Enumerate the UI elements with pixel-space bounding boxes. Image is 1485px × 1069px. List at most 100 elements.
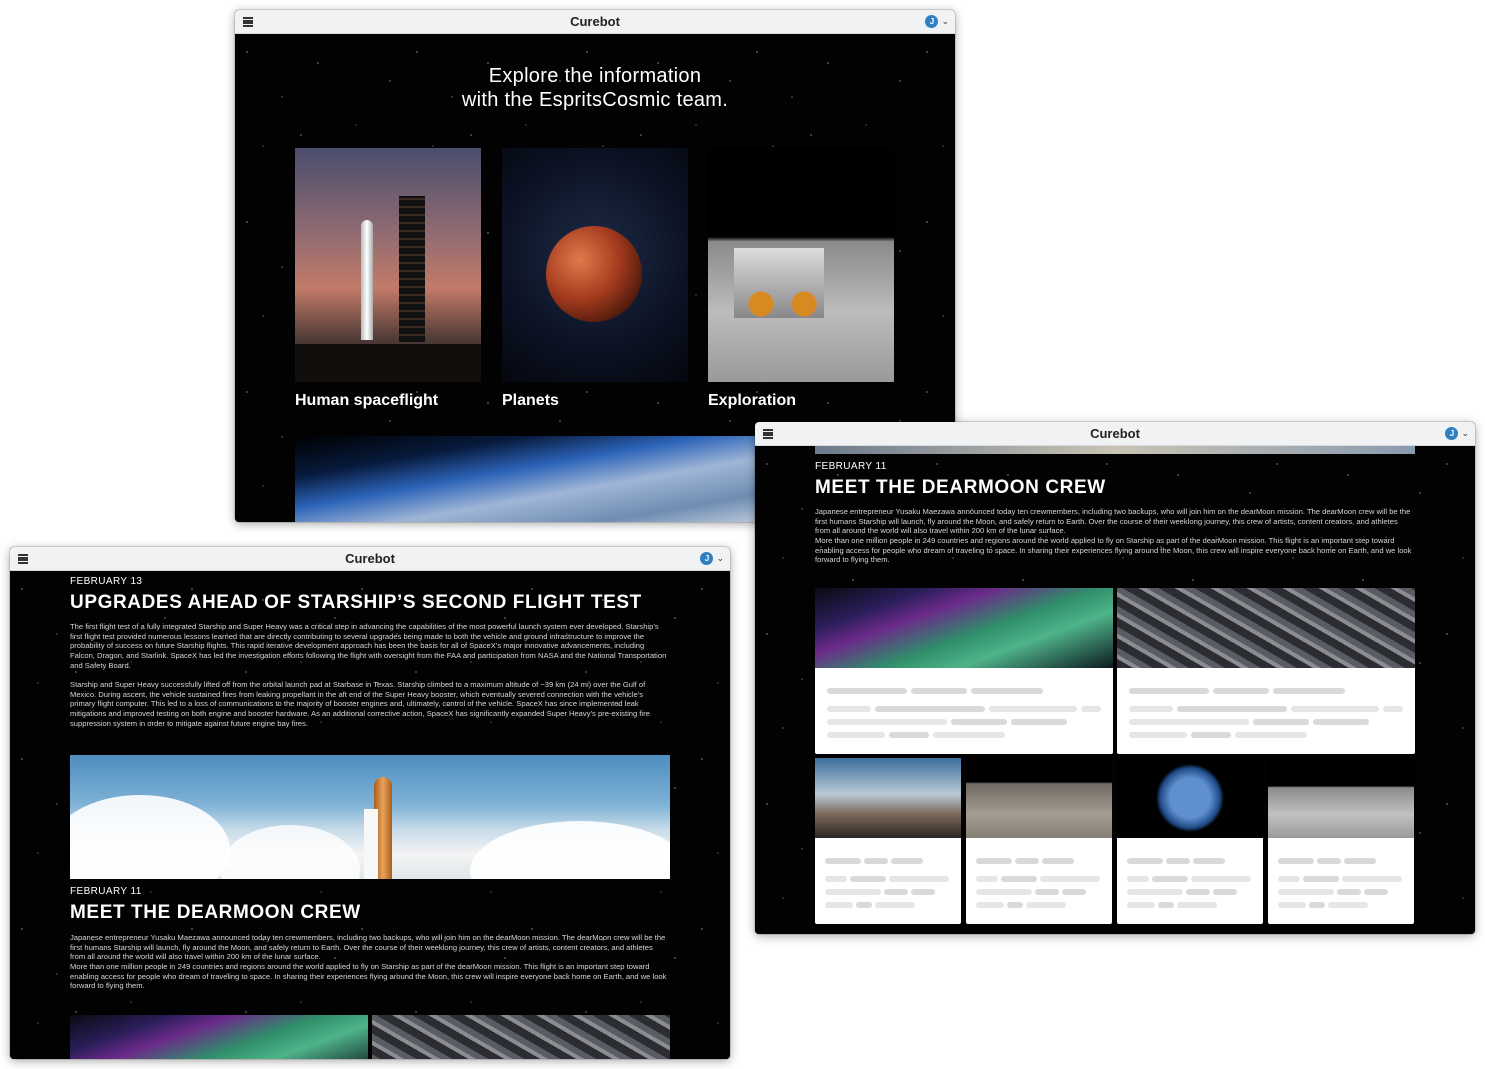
rocket-launch-image[interactable] — [815, 758, 961, 838]
skeleton-line — [976, 889, 1032, 895]
skeleton-line — [1127, 858, 1163, 864]
avatar[interactable]: J — [700, 552, 714, 565]
launch-tower-shape — [399, 196, 425, 342]
skeleton-line — [891, 858, 923, 864]
article-paragraph: Japanese entrepreneur Yusaku Maezawa ann… — [815, 507, 1411, 536]
category-card-planets[interactable]: Planets — [502, 148, 688, 410]
article-card-loading[interactable] — [1117, 588, 1415, 754]
category-label[interactable]: Planets — [502, 392, 688, 410]
planet-image[interactable] — [502, 148, 688, 382]
article-paragraph: The first flight test of a fully integra… — [70, 622, 667, 670]
skeleton-line — [825, 858, 861, 864]
chevron-down-icon[interactable]: ⌄ — [1461, 429, 1469, 438]
category-label[interactable]: Human spaceflight — [295, 392, 481, 410]
skeleton-line — [850, 876, 886, 882]
hamburger-menu-icon[interactable] — [763, 429, 773, 439]
skeleton-line — [911, 889, 935, 895]
article-title[interactable]: MEET THE DEARMOON CREW — [815, 477, 1106, 499]
article-card-loading[interactable] — [1268, 758, 1414, 924]
hero-line-1: Explore the information — [488, 65, 702, 87]
skeleton-line — [1328, 902, 1368, 908]
skeleton-line — [1186, 889, 1210, 895]
mars-planet-shape — [546, 226, 642, 322]
skeleton-line — [825, 902, 853, 908]
skeleton-line — [1011, 719, 1067, 725]
skeleton-line — [1278, 889, 1334, 895]
skeleton-line — [856, 902, 872, 908]
article-paragraph: Starship and Super Heavy successfully li… — [70, 680, 650, 728]
skeleton-line — [1291, 706, 1379, 712]
skeleton-line — [1129, 732, 1187, 738]
chevron-down-icon[interactable]: ⌄ — [941, 17, 949, 26]
skeleton-line — [875, 902, 915, 908]
skeleton-line — [1253, 719, 1309, 725]
skeleton-line — [1303, 876, 1339, 882]
article-title[interactable]: UPGRADES AHEAD OF STARSHIP’S SECOND FLIG… — [70, 592, 642, 614]
rocket-launch-image[interactable] — [295, 148, 481, 382]
skeleton-line — [1193, 858, 1225, 864]
dearmoon-content: FEBRUARY 11 MEET THE DEARMOON CREW Japan… — [755, 446, 1475, 934]
category-label[interactable]: Exploration — [708, 392, 894, 410]
skeleton-line — [1042, 858, 1074, 864]
hero-text: Explore the information with the Esprits… — [235, 64, 955, 112]
skeleton-line — [1127, 889, 1183, 895]
account-menu[interactable]: J ⌄ — [925, 15, 949, 28]
skeleton-line — [1317, 858, 1341, 864]
skeleton-line — [989, 706, 1077, 712]
article-card-loading[interactable] — [966, 758, 1112, 924]
skeleton-line — [1213, 688, 1269, 694]
skeleton-line — [1129, 688, 1209, 694]
avatar[interactable]: J — [1445, 427, 1459, 440]
hamburger-menu-icon[interactable] — [18, 554, 28, 564]
app-title: Curebot — [345, 551, 395, 566]
skeleton-line — [1177, 902, 1217, 908]
previous-image-edge — [815, 446, 1415, 454]
skeleton-line — [976, 902, 1004, 908]
article-title[interactable]: MEET THE DEARMOON CREW — [70, 902, 361, 924]
skeleton-line — [827, 719, 947, 725]
aurora-spacecraft-image[interactable] — [815, 588, 1113, 668]
article-paragraph: Japanese entrepreneur Yusaku Maezawa ann… — [70, 933, 666, 962]
skeleton-line — [864, 858, 888, 864]
avatar[interactable]: J — [925, 15, 939, 28]
rover-shape — [734, 248, 824, 318]
category-card-exploration[interactable]: Exploration — [708, 148, 894, 410]
ground-shape — [295, 344, 481, 382]
title-bar: Curebot J ⌄ — [235, 10, 955, 34]
skeleton-line — [976, 876, 998, 882]
aurora-spacecraft-image[interactable] — [70, 1015, 368, 1059]
title-bar: Curebot J ⌄ — [10, 547, 730, 571]
astronaut-moon-image[interactable] — [966, 758, 1112, 838]
article-card-loading[interactable] — [1117, 758, 1263, 924]
earth-globe-image[interactable] — [1117, 758, 1263, 838]
skeleton-line — [827, 706, 871, 712]
chevron-down-icon[interactable]: ⌄ — [716, 554, 724, 563]
skeleton-line — [889, 876, 949, 882]
title-bar: Curebot J ⌄ — [755, 422, 1475, 446]
skeleton-line — [1278, 876, 1300, 882]
article-date: FEBRUARY 11 — [70, 886, 142, 897]
lunar-rover-image[interactable] — [1268, 758, 1414, 838]
hamburger-menu-icon[interactable] — [243, 17, 253, 27]
article-card-loading[interactable] — [815, 588, 1113, 754]
article-paragraph: More than one million people in 249 coun… — [815, 536, 1412, 565]
app-title: Curebot — [570, 14, 620, 29]
skeleton-line — [1235, 732, 1307, 738]
skeleton-line — [1129, 719, 1249, 725]
skeleton-line — [1342, 876, 1402, 882]
space-station-interior-image[interactable] — [1117, 588, 1415, 668]
space-station-interior-image[interactable] — [372, 1015, 670, 1059]
category-card-human-spaceflight[interactable]: Human spaceflight — [295, 148, 481, 410]
skeleton-line — [911, 688, 967, 694]
lunar-rover-image[interactable] — [708, 148, 894, 382]
app-title: Curebot — [1090, 426, 1140, 441]
account-menu[interactable]: J ⌄ — [1445, 427, 1469, 440]
skeleton-line — [1364, 889, 1388, 895]
skeleton-line — [951, 719, 1007, 725]
skeleton-line — [1001, 876, 1037, 882]
account-menu[interactable]: J ⌄ — [700, 552, 724, 565]
article-card-loading[interactable] — [815, 758, 961, 924]
cloud-shape — [470, 821, 670, 879]
skeleton-line — [1344, 858, 1376, 864]
shuttle-launch-image[interactable] — [70, 755, 670, 879]
